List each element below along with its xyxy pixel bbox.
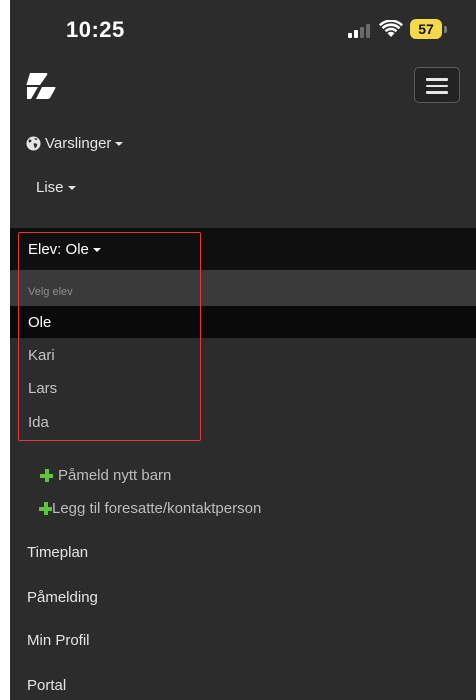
hamburger-menu-icon [426,78,448,81]
brand-logo-icon[interactable] [26,71,56,101]
plus-icon [40,469,53,482]
battery-indicator: 57 [410,19,442,39]
student-prefix: Elev: [28,241,62,258]
add-guardian-link[interactable]: Legg til foresatte/kontaktperson [52,500,261,517]
student-selector[interactable]: Elev: Ole [28,241,101,258]
nav-link-min-profil[interactable]: Min Profil [27,632,90,649]
dropdown-item-ole[interactable]: Ole [28,314,51,331]
dropdown-header-row [10,270,476,306]
dropdown-header: Velg elev [28,286,73,298]
dropdown-item-kari[interactable]: Kari [28,347,55,364]
caret-down-icon [92,248,101,253]
caret-down-icon [115,142,124,147]
hamburger-bar [426,84,448,87]
hamburger-menu-button[interactable] [414,67,460,103]
user-label: Lise [36,179,64,196]
register-child-link[interactable]: Påmeld nytt barn [58,467,171,484]
nav-link-portal[interactable]: Portal [27,677,66,694]
user-menu[interactable]: Lise [36,179,76,196]
globe-icon [26,136,41,151]
dropdown-item-active[interactable] [10,306,476,338]
plus-icon [39,502,52,515]
hamburger-bar [426,91,448,94]
notifications-label: Varslinger [45,135,112,152]
caret-down-icon [67,186,76,191]
battery-tip [444,26,447,33]
cellular-signal-icon [348,24,370,38]
nav-link-pamelding[interactable]: Påmelding [27,589,98,606]
dropdown-item-lars[interactable]: Lars [28,380,57,397]
status-time: 10:25 [66,17,125,42]
dropdown-item-ida[interactable]: Ida [28,414,49,431]
nav-link-timeplan[interactable]: Timeplan [27,544,88,561]
phone-screen: 10:25 57 Varslinger Lise Elev: Ole Velg … [10,0,476,700]
wifi-icon [379,20,403,37]
status-bar: 10:25 57 [10,0,476,58]
student-selected: Ole [65,241,89,258]
notifications-menu[interactable]: Varslinger [45,135,124,152]
